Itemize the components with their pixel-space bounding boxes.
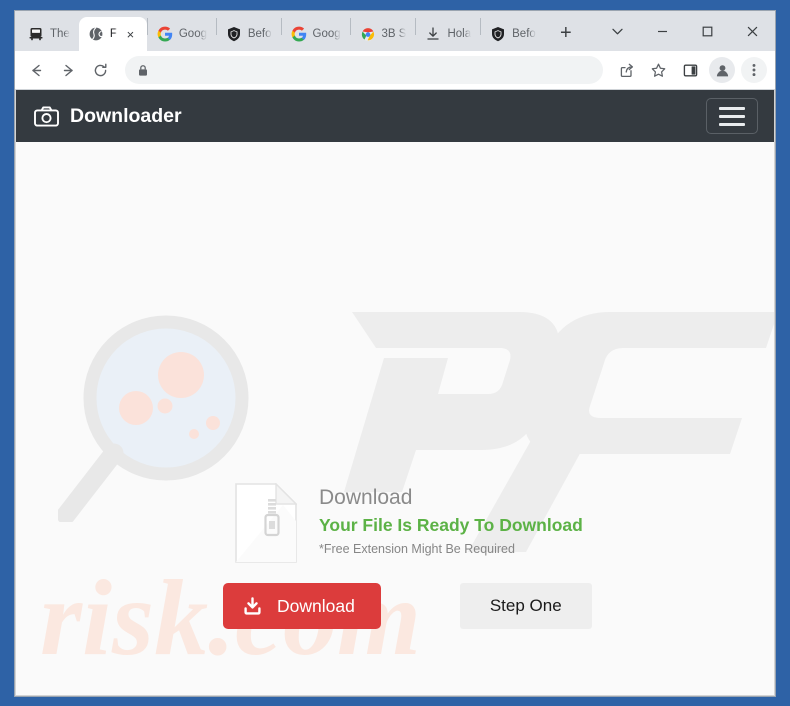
site-header: Downloader: [16, 90, 774, 142]
download-note: *Free Extension Might Be Required: [319, 542, 583, 556]
hamburger-menu-icon[interactable]: [706, 98, 758, 134]
close-button[interactable]: [730, 15, 775, 47]
browser-window: The F × Goog: [14, 10, 776, 697]
tab-label: F: [110, 28, 117, 40]
three-dot-menu-icon[interactable]: [741, 57, 767, 83]
download-info-block: Download Your File Is Ready To Download …: [235, 483, 583, 563]
browser-toolbar: [15, 51, 775, 90]
tab-close-icon[interactable]: ×: [123, 27, 138, 42]
google-icon: [291, 26, 307, 42]
google-icon: [157, 26, 173, 42]
download-button-label: Download: [277, 596, 355, 617]
side-panel-icon[interactable]: [675, 55, 705, 85]
maximize-button[interactable]: [685, 15, 730, 47]
browser-tab-2-active[interactable]: F ×: [79, 17, 147, 51]
camera-icon: [34, 106, 59, 127]
chrome-icon: [360, 26, 376, 42]
window-controls: [595, 11, 775, 51]
browser-tab-5[interactable]: Goog: [282, 17, 350, 51]
globe-icon: [88, 26, 104, 42]
profile-avatar-icon[interactable]: [709, 57, 735, 83]
tab-search-icon[interactable]: [595, 15, 640, 47]
download-icon: [243, 597, 262, 616]
browser-tab-4[interactable]: Befo: [217, 17, 281, 51]
browser-tab-1[interactable]: The: [19, 17, 79, 51]
address-bar[interactable]: [125, 56, 603, 84]
subway-icon: [28, 26, 44, 42]
browser-tab-7[interactable]: Hola: [416, 17, 480, 51]
tab-strip: The F × Goog: [15, 11, 775, 51]
download-icon: [425, 26, 441, 42]
download-button[interactable]: Download: [223, 583, 381, 629]
tab-label: The: [50, 28, 70, 40]
download-subtitle: Your File Is Ready To Download: [319, 515, 583, 537]
site-title: Downloader: [70, 105, 182, 128]
download-title: Download: [319, 485, 583, 511]
shield-icon: [490, 26, 506, 42]
reload-button[interactable]: [85, 55, 115, 85]
step-one-button[interactable]: Step One: [460, 583, 592, 629]
tab-label: Befo: [512, 28, 536, 40]
page-content: risk.com: [16, 142, 774, 695]
browser-tab-6[interactable]: 3B S: [351, 17, 416, 51]
share-icon[interactable]: [611, 55, 641, 85]
bookmark-star-icon[interactable]: [643, 55, 673, 85]
desktop-background: The F × Goog: [0, 0, 790, 706]
tab-label: Hola: [447, 28, 471, 40]
zip-file-icon: [235, 483, 297, 563]
download-text: Download Your File Is Ready To Download …: [319, 483, 583, 556]
tab-label: Befo: [248, 28, 272, 40]
back-button[interactable]: [21, 55, 51, 85]
shield-icon: [226, 26, 242, 42]
web-page: Downloader: [15, 90, 775, 696]
tab-label: Goog: [179, 28, 207, 40]
minimize-button[interactable]: [640, 15, 685, 47]
forward-button[interactable]: [53, 55, 83, 85]
lock-icon: [137, 64, 149, 77]
site-brand[interactable]: Downloader: [34, 105, 182, 128]
tab-label: Goog: [313, 28, 341, 40]
tab-label: 3B S: [382, 28, 407, 40]
button-row: Download Step One: [223, 583, 592, 629]
browser-tab-8[interactable]: Befo: [481, 17, 545, 51]
new-tab-button[interactable]: +: [551, 18, 581, 48]
browser-tab-3[interactable]: Goog: [148, 17, 216, 51]
